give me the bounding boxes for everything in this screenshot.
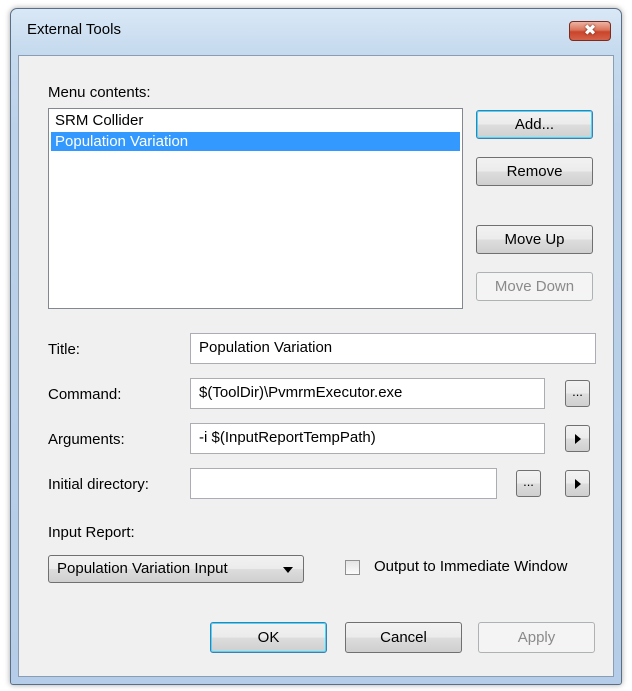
list-item[interactable]: SRM Collider <box>51 111 460 130</box>
arguments-field[interactable]: -i $(InputReportTempPath) <box>190 423 545 454</box>
close-icon: ✖ <box>583 22 597 39</box>
add-button[interactable]: Add... <box>476 110 593 139</box>
output-immediate-checkbox[interactable] <box>345 560 360 575</box>
apply-button[interactable]: Apply <box>478 622 595 653</box>
title-field[interactable]: Population Variation <box>190 333 596 364</box>
right-triangle-icon <box>574 434 581 444</box>
command-browse-button[interactable]: ... <box>565 380 590 407</box>
output-immediate-label[interactable]: Output to Immediate Window <box>374 558 567 575</box>
dialog-client-area: Menu contents: SRM Collider Population V… <box>18 55 614 677</box>
window-title: External Tools <box>27 21 121 38</box>
initial-directory-field[interactable] <box>190 468 497 499</box>
dialog-window: External Tools ✖ Menu contents: SRM Coll… <box>10 8 622 685</box>
arguments-macro-button[interactable] <box>565 425 590 452</box>
ok-button[interactable]: OK <box>210 622 327 653</box>
cancel-button[interactable]: Cancel <box>345 622 462 653</box>
input-report-selected: Population Variation Input <box>57 560 228 577</box>
title-bar[interactable]: External Tools ✖ <box>11 9 621 55</box>
menu-contents-label: Menu contents: <box>48 84 151 101</box>
input-report-label: Input Report: <box>48 524 135 541</box>
chevron-down-icon <box>283 567 293 573</box>
title-label: Title: <box>48 341 80 358</box>
remove-button[interactable]: Remove <box>476 157 593 186</box>
right-triangle-icon <box>574 479 581 489</box>
ellipsis-icon: ... <box>523 474 534 489</box>
list-item[interactable]: Population Variation <box>51 132 460 151</box>
arguments-label: Arguments: <box>48 431 125 448</box>
initial-directory-label: Initial directory: <box>48 476 149 493</box>
move-down-button[interactable]: Move Down <box>476 272 593 301</box>
command-field[interactable]: $(ToolDir)\PvmrmExecutor.exe <box>190 378 545 409</box>
command-label: Command: <box>48 386 122 403</box>
initial-directory-macro-button[interactable] <box>565 470 590 497</box>
ellipsis-icon: ... <box>572 384 583 399</box>
input-report-dropdown[interactable]: Population Variation Input <box>48 555 304 583</box>
menu-contents-list[interactable]: SRM Collider Population Variation <box>48 108 463 309</box>
initial-directory-browse-button[interactable]: ... <box>516 470 541 497</box>
close-button[interactable]: ✖ <box>569 21 611 41</box>
move-up-button[interactable]: Move Up <box>476 225 593 254</box>
